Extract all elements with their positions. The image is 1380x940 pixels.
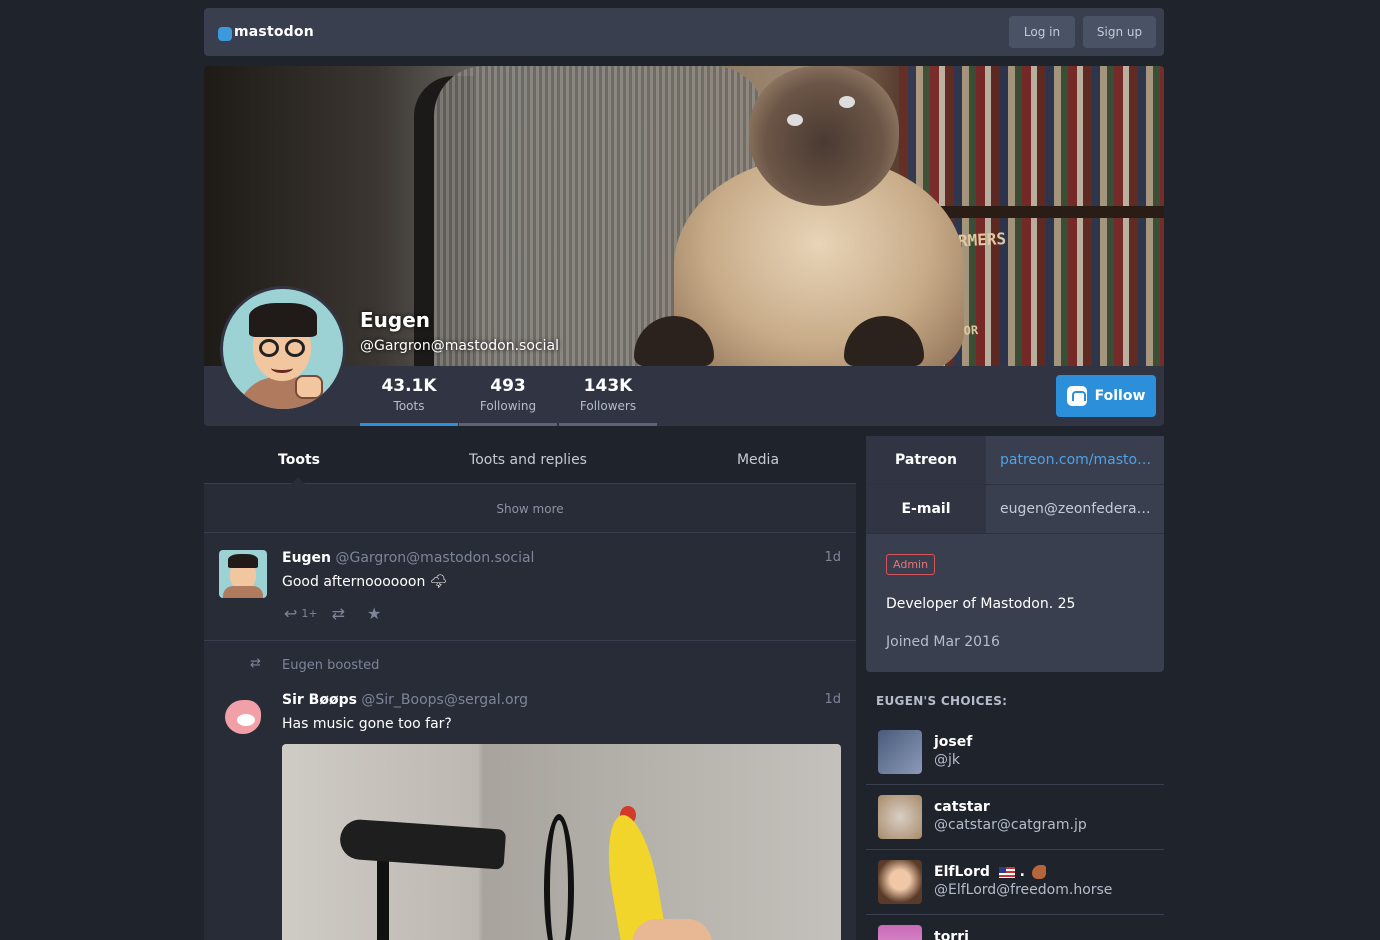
follow-button[interactable]: Follow [1056, 375, 1156, 417]
banner-cat-eye [839, 96, 855, 108]
status-avatar-suit [223, 586, 263, 598]
profile-bio: Admin Developer of Mastodon. 25 Joined M… [866, 534, 1164, 672]
logo-text: mastodon [234, 23, 314, 40]
avatar-mouth [271, 363, 293, 373]
choice-account[interactable]: torri [866, 915, 1164, 940]
profile-display-name: Eugen [360, 308, 431, 332]
avatar-glasses [285, 339, 305, 357]
profile-account-handle: @Gargron@mastodon.social [360, 338, 559, 354]
status-content: Good afternoooooon 🌩 [282, 574, 448, 590]
mastodon-logo-icon [218, 27, 232, 41]
choice-avatar[interactable] [878, 730, 922, 774]
field-key: E-mail [866, 485, 986, 533]
profile-header: SFORMERS EATOR Eugen @Gargron@mastodon.s… [204, 66, 1164, 426]
status-acct: @Gargron@mastodon.social [335, 550, 535, 566]
profile-field-email: E-mail eugen@zeonfederated… [866, 485, 1164, 534]
status-avatar-snout [237, 714, 255, 726]
mastodon-icon [1066, 386, 1087, 406]
profile-avatar[interactable] [220, 286, 346, 412]
choice-name: josef [934, 734, 973, 750]
boost-icon: ⇄ [250, 656, 261, 671]
login-button[interactable]: Log in [1009, 16, 1075, 48]
field-key: Patreon [866, 436, 986, 484]
stat-followers-label: Followers [579, 399, 637, 413]
avatar-fist [295, 375, 323, 399]
choice-acct: @jk [934, 752, 960, 768]
status-timestamp[interactable]: 1d [824, 692, 841, 707]
media-microphone [338, 818, 507, 870]
status-avatar-hair [228, 554, 258, 568]
choice-avatar[interactable] [878, 795, 922, 839]
horse-icon [1031, 865, 1046, 879]
status-avatar[interactable] [219, 550, 267, 598]
choice-name: catstar [934, 799, 990, 815]
field-value-link[interactable]: patreon.com/mastodon [986, 436, 1164, 484]
choice-name: torri [934, 929, 969, 940]
status-author[interactable]: Eugen @Gargron@mastodon.social [282, 550, 534, 566]
status-actions: ↩ 1+ ⇄ ★ [284, 604, 381, 623]
choice-account[interactable]: catstar @catstar@catgram.jp [866, 785, 1164, 850]
reply-icon[interactable]: ↩ [284, 604, 297, 623]
media-pop-filter [544, 814, 574, 940]
status-item[interactable]: ⇄ Eugen boosted Sir Bøøps @Sir_Boops@ser… [204, 642, 856, 940]
choice-account[interactable]: josef @jk [866, 720, 1164, 785]
stat-toots-value: 43.1K [381, 376, 437, 396]
joined-date: Joined Mar 2016 [886, 634, 1000, 650]
stat-following-value: 493 [490, 376, 526, 396]
signup-button[interactable]: Sign up [1083, 16, 1156, 48]
admin-badge: Admin [886, 554, 936, 575]
us-flag-icon [998, 866, 1015, 878]
avatar-glasses [259, 339, 279, 357]
choice-avatar[interactable] [878, 925, 922, 940]
boost-icon[interactable]: ⇄ [332, 604, 345, 623]
choice-name: ElfLord [934, 864, 990, 880]
choices-heading: EUGEN'S CHOICES: [876, 694, 1008, 708]
choice-acct: @catstar@catgram.jp [934, 817, 1087, 833]
status-content: Has music gone too far? [282, 716, 452, 732]
field-value: eugen@zeonfederated… [986, 485, 1164, 533]
choice-avatar[interactable] [878, 860, 922, 904]
header-banner-image: SFORMERS EATOR [204, 66, 1164, 366]
status-avatar[interactable] [219, 692, 267, 740]
follow-button-label: Follow [1094, 388, 1146, 404]
media-hand [632, 919, 712, 940]
tab-media[interactable]: Media [708, 436, 808, 484]
status-timestamp[interactable]: 1d [824, 550, 841, 565]
banner-cat-eye [787, 114, 803, 126]
reply-count: 1+ [301, 607, 318, 620]
stat-following[interactable]: 493 Following [459, 366, 557, 426]
status-display-name: Sir Bøøps [282, 692, 357, 708]
status-item[interactable]: Eugen @Gargron@mastodon.social 1d Good a… [204, 534, 856, 641]
boosted-by-label[interactable]: Eugen boosted [282, 658, 379, 673]
profile-field-patreon: Patreon patreon.com/mastodon [866, 436, 1164, 485]
choice-name-row: ElfLord . [934, 864, 1046, 880]
mastodon-logo[interactable]: mastodon [218, 22, 314, 41]
stat-followers-value: 143K [583, 376, 633, 396]
stat-followers[interactable]: 143K Followers [559, 366, 657, 426]
stat-following-label: Following [479, 399, 537, 413]
choice-name-separator: . [1019, 864, 1025, 880]
bio-text: Developer of Mastodon. 25 [886, 596, 1076, 612]
choice-acct: @ElfLord@freedom.horse [934, 882, 1113, 898]
media-mic-stand [377, 854, 389, 940]
avatar-hair [249, 303, 317, 337]
stat-toots[interactable]: 43.1K Toots [360, 366, 458, 426]
timeline-column: Toots Toots and replies Media Show more … [204, 436, 856, 940]
show-more-link[interactable]: Show more [204, 485, 856, 533]
avatar-illustration [223, 289, 343, 409]
stat-toots-label: Toots [393, 399, 425, 413]
active-tab-indicator [291, 477, 305, 484]
favourite-icon[interactable]: ★ [367, 604, 381, 623]
status-author[interactable]: Sir Bøøps @Sir_Boops@sergal.org [282, 692, 528, 708]
status-acct: @Sir_Boops@sergal.org [361, 692, 529, 708]
status-media-image[interactable] [282, 744, 841, 940]
banner-cat-head [749, 66, 899, 206]
status-display-name: Eugen [282, 550, 332, 566]
tab-toots-and-replies[interactable]: Toots and replies [428, 436, 628, 484]
timeline-tabs: Toots Toots and replies Media [204, 436, 856, 484]
choice-account[interactable]: ElfLord . @ElfLord@freedom.horse [866, 850, 1164, 915]
top-bar: mastodon Log in Sign up [204, 8, 1164, 56]
